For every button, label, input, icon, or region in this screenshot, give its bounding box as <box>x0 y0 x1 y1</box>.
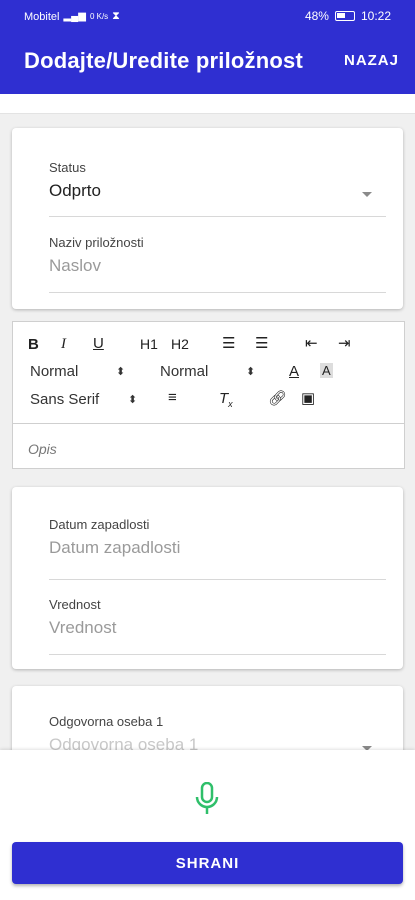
background-color-icon[interactable]: A <box>320 363 333 378</box>
top-strip <box>0 94 415 114</box>
back-button[interactable]: NAZAJ <box>344 52 399 69</box>
details-card: Datum zapadlosti Datum zapadlosti Vredno… <box>12 487 403 669</box>
status-label: Status <box>49 160 86 175</box>
due-date-label: Datum zapadlosti <box>49 517 150 532</box>
value-input[interactable]: Vrednost <box>49 618 386 638</box>
bottom-actions: SHRANI <box>0 750 415 900</box>
value-underline <box>49 654 386 655</box>
due-date-underline <box>49 579 386 580</box>
size-select[interactable]: Normal ⬍ <box>30 363 125 380</box>
battery-percent: 48% <box>304 9 329 23</box>
heading2-button[interactable]: H2 <box>171 336 189 352</box>
description-editor: B I U H1 H2 ☰ ☰ ⇤ ⇥ Normal ⬍ Normal ⬍ A … <box>12 321 405 469</box>
due-date-field[interactable]: Datum zapadlosti Datum zapadlosti <box>49 517 386 580</box>
clear-format-icon[interactable]: Tx <box>219 390 233 409</box>
net-speed: 0 K/s <box>89 12 109 21</box>
microphone-icon[interactable] <box>194 781 220 821</box>
clock: 10:22 <box>360 9 391 23</box>
opportunity-card: Status Odprto Naziv priložnosti Naslov <box>12 128 403 309</box>
name-field[interactable]: Naziv priložnosti Naslov <box>49 235 386 293</box>
hourglass-icon: ⧗ <box>112 10 120 22</box>
font-select[interactable]: Sans Serif ⬍ <box>30 391 137 408</box>
save-button[interactable]: SHRANI <box>12 842 403 884</box>
updown-icon: ⬍ <box>246 366 256 378</box>
align-icon[interactable]: ≡ <box>168 389 177 406</box>
status-field[interactable]: Status Odprto <box>49 160 386 217</box>
image-icon[interactable]: ▣ <box>301 389 315 407</box>
updown-icon: ⬍ <box>128 394 138 406</box>
indent-icon[interactable]: ⇥ <box>338 334 351 352</box>
underline-button[interactable]: U <box>93 335 104 352</box>
header-select-label: Normal <box>160 363 209 380</box>
updown-icon: ⬍ <box>116 366 126 378</box>
name-label: Naziv priložnosti <box>49 235 144 250</box>
dropdown-arrow-icon <box>362 192 372 197</box>
owner-label: Odgovorna oseba 1 <box>49 714 164 729</box>
status-underline <box>49 216 386 217</box>
name-underline <box>49 292 386 293</box>
value-label: Vrednost <box>49 597 101 612</box>
status-bar: Mobitel ▂▄▆ 0 K/s ⧗ 48% 10:22 <box>0 0 415 34</box>
outdent-icon[interactable]: ⇤ <box>305 334 318 352</box>
header-select[interactable]: Normal ⬍ <box>160 363 255 380</box>
italic-button[interactable]: I <box>61 336 66 353</box>
carrier-label: Mobitel <box>24 10 60 23</box>
signal-icon: ▂▄▆ <box>63 11 86 22</box>
size-select-label: Normal <box>30 363 79 380</box>
app-bar: Mobitel ▂▄▆ 0 K/s ⧗ 48% 10:22 Dodajte/Ur… <box>0 0 415 94</box>
description-input[interactable]: Opis <box>28 441 57 457</box>
due-date-input[interactable]: Datum zapadlosti <box>49 538 386 558</box>
toolbar-divider <box>13 423 404 424</box>
status-value: Odprto <box>49 181 101 200</box>
heading1-button[interactable]: H1 <box>140 336 158 352</box>
name-input[interactable]: Naslov <box>49 256 386 276</box>
link-icon[interactable]: 🔗︎ <box>268 389 287 407</box>
battery-icon <box>334 11 355 21</box>
font-select-label: Sans Serif <box>30 391 100 408</box>
bold-button[interactable]: B <box>28 336 39 353</box>
text-color-icon[interactable]: A <box>289 363 299 380</box>
page-title: Dodajte/Uredite priložnost <box>24 48 303 73</box>
bullet-list-icon[interactable]: ☰ <box>255 334 268 352</box>
value-field[interactable]: Vrednost Vrednost <box>49 597 386 655</box>
owner-field[interactable]: Odgovorna oseba 1 Odgovorna oseba 1 <box>49 714 386 755</box>
ordered-list-icon[interactable]: ☰ <box>222 334 235 352</box>
